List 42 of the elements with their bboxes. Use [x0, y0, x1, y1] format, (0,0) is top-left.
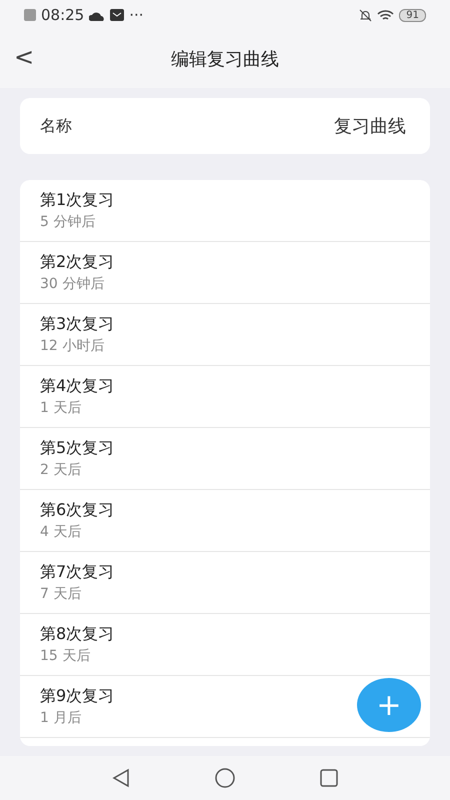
- notification-icon: [24, 9, 36, 21]
- review-title: 第6次复习: [40, 500, 114, 521]
- review-row[interactable]: 第5次复习 2 天后: [20, 428, 430, 490]
- review-title: 第3次复习: [40, 314, 114, 335]
- review-interval: 7 天后: [40, 585, 82, 603]
- bell-muted-icon: [359, 8, 372, 22]
- review-interval: 2 天后: [40, 461, 82, 479]
- mail-icon: [110, 9, 124, 21]
- review-row[interactable]: 第4次复习 1 天后: [20, 366, 430, 428]
- review-row[interactable]: 第7次复习 7 天后: [20, 552, 430, 614]
- wifi-icon: [377, 8, 394, 22]
- review-title: 第1次复习: [40, 190, 114, 211]
- status-time: 08:25: [41, 6, 84, 24]
- review-interval: 1 月后: [40, 709, 82, 727]
- cloud-icon: [89, 10, 106, 20]
- review-title: 第5次复习: [40, 438, 114, 459]
- review-title: 第2次复习: [40, 252, 114, 273]
- back-nav-icon[interactable]: [112, 768, 130, 788]
- review-interval: 4 天后: [40, 523, 82, 541]
- review-row[interactable]: 第1次复习 5 分钟后: [20, 180, 430, 242]
- name-row[interactable]: 名称 复习曲线: [20, 98, 430, 154]
- home-nav-icon[interactable]: [214, 768, 235, 788]
- recents-nav-icon[interactable]: [320, 769, 338, 787]
- page-title: 编辑复习曲线: [171, 48, 279, 71]
- battery-indicator: 91: [399, 8, 426, 22]
- review-interval: 30 分钟后: [40, 275, 104, 293]
- back-button[interactable]: <: [8, 42, 40, 72]
- review-row[interactable]: 第3次复习 12 小时后: [20, 304, 430, 366]
- review-row[interactable]: 第8次复习 15 天后: [20, 614, 430, 676]
- review-title: 第8次复习: [40, 624, 114, 645]
- review-interval: 1 天后: [40, 399, 82, 417]
- review-title: 第4次复习: [40, 376, 114, 397]
- name-label: 名称: [40, 116, 72, 136]
- name-value: 复习曲线: [334, 115, 406, 138]
- more-indicator: ···: [129, 6, 144, 24]
- review-interval: 5 分钟后: [40, 213, 96, 231]
- review-row[interactable]: 第6次复习 4 天后: [20, 490, 430, 552]
- review-row[interactable]: 第2次复习 30 分钟后: [20, 242, 430, 304]
- review-interval: 15 天后: [40, 647, 90, 665]
- review-title: 第7次复习: [40, 562, 114, 583]
- review-interval: 12 小时后: [40, 337, 104, 355]
- review-title: 第9次复习: [40, 686, 114, 707]
